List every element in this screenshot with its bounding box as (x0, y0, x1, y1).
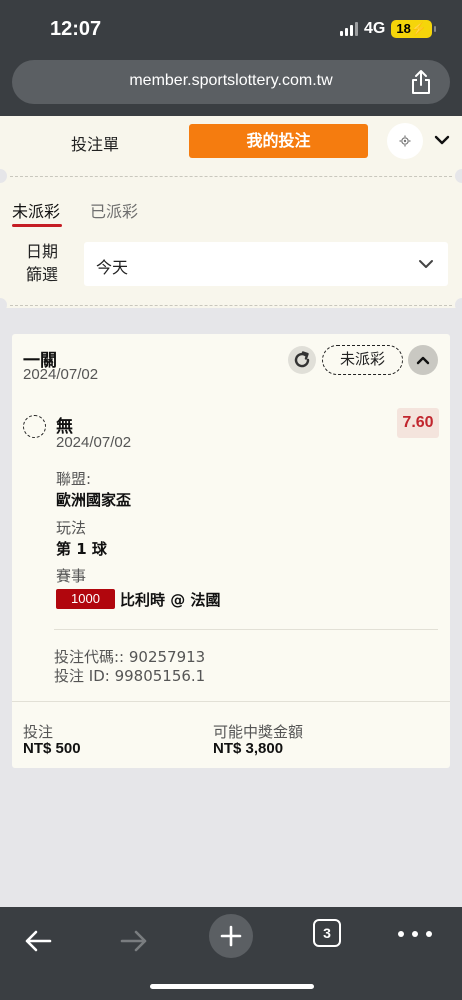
url-text[interactable]: member.sportslottery.com.tw (12, 72, 450, 90)
notch (0, 169, 7, 183)
active-tab-indicator (12, 224, 62, 227)
refresh-button[interactable] (288, 346, 316, 374)
filter-panel: 未派彩 已派彩 日期篩選 今天 (0, 168, 462, 312)
league-label: 聯盟: (56, 470, 92, 488)
battery-icon: 18⚡ (391, 20, 436, 38)
bet-id: 投注 ID: 99805156.1 (54, 667, 206, 685)
chevron-down-icon[interactable] (434, 134, 450, 146)
event-name: 比利時 @ 法國 (120, 591, 221, 609)
browser-chrome-top: 12:07 4G 18⚡ member.sportslottery.com.tw (0, 0, 462, 116)
date-filter-value: 今天 (96, 258, 129, 277)
back-button[interactable] (16, 921, 60, 961)
home-indicator (150, 984, 314, 989)
chevron-down-icon (419, 260, 433, 268)
notch (455, 169, 462, 183)
collapse-button[interactable] (408, 345, 438, 375)
odds-badge: 7.60 (397, 408, 439, 438)
divider (54, 629, 438, 630)
browser-toolbar: 3 (0, 907, 462, 1000)
date-filter-label: 日期篩選 (25, 242, 58, 284)
gear-icon (399, 135, 411, 147)
tabs-button[interactable]: 3 (313, 919, 341, 947)
share-icon[interactable] (410, 69, 432, 95)
stake-value: NT$ 500 (23, 740, 81, 757)
signal-icon (340, 22, 358, 36)
date-filter-select[interactable]: 今天 (84, 242, 448, 286)
tab-settled[interactable]: 已派彩 (90, 198, 138, 222)
tab-my-bets[interactable]: 我的投注 (189, 124, 368, 158)
status-indicators: 4G 18⚡ (340, 20, 436, 38)
notch (0, 298, 7, 312)
more-icon[interactable] (398, 929, 432, 939)
event-code-badge: 1000 (56, 589, 115, 609)
market-value: 第 1 球 (56, 540, 107, 558)
payout-value: NT$ 3,800 (213, 740, 284, 757)
settings-button[interactable] (387, 123, 423, 159)
stake-label: 投注 (23, 723, 54, 741)
back-arrow-icon (25, 930, 52, 952)
selection-date: 2024/07/02 (56, 434, 132, 451)
divider (10, 176, 452, 177)
forward-arrow-icon (120, 930, 147, 952)
network-label: 4G (364, 20, 386, 37)
page-header: 投注單 我的投注 (0, 116, 462, 168)
tab-betslip[interactable]: 投注單 (30, 131, 160, 155)
league-value: 歐洲國家盃 (56, 491, 132, 509)
divider (10, 305, 452, 306)
notch (455, 298, 462, 312)
payout-label: 可能中獎金額 (213, 723, 304, 741)
bet-date: 2024/07/02 (23, 366, 99, 383)
market-label: 玩法 (56, 519, 87, 537)
chevron-up-icon (416, 356, 430, 365)
bet-code: 投注代碼:: 90257913 (54, 648, 206, 666)
refresh-icon (294, 351, 310, 368)
selection-indicator (23, 415, 46, 438)
status-time: 12:07 (50, 18, 102, 40)
address-bar[interactable]: member.sportslottery.com.tw (12, 60, 450, 104)
divider (12, 701, 450, 702)
status-badge: 未派彩 (322, 345, 403, 375)
new-tab-button[interactable] (209, 914, 253, 958)
tab-unsettled[interactable]: 未派彩 (12, 198, 60, 222)
bet-card: 一關 2024/07/02 未派彩 無 2024/07/02 7.60 聯盟: … (12, 334, 450, 768)
plus-icon (220, 925, 242, 947)
forward-button[interactable] (112, 921, 156, 961)
event-label: 賽事 (56, 567, 87, 585)
